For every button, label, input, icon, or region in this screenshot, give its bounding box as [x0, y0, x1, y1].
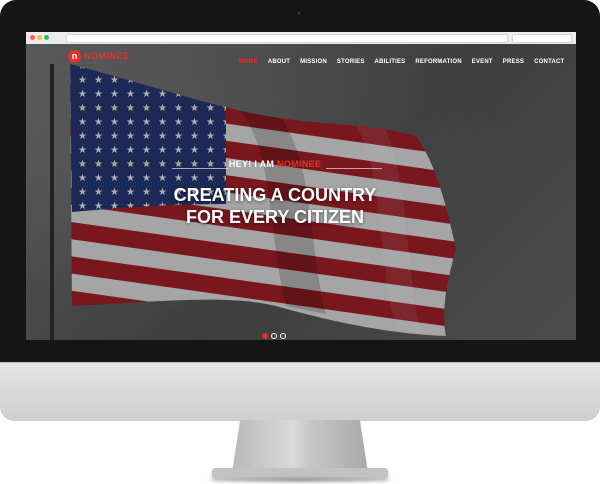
nav-item-home[interactable]: HOME: [234, 59, 263, 65]
headline-line-1: CREATING A COUNTRY: [173, 185, 377, 205]
site-logo[interactable]: n NOMINEE: [68, 49, 130, 63]
nav-item-mission[interactable]: MISSION: [295, 59, 332, 65]
eyebrow-prefix: HEY! I AM: [228, 159, 278, 169]
hero-headline: CREATING A COUNTRY FOR EVERY CITIZEN: [0, 184, 550, 228]
webcam-icon: [296, 10, 302, 16]
nav-item-press[interactable]: PRESS: [498, 59, 529, 65]
slider-pagination: [262, 333, 286, 339]
logo-text: NOMINEE: [84, 51, 130, 61]
minimize-dot-icon[interactable]: [37, 35, 42, 40]
nav-item-about[interactable]: ABOUT: [263, 59, 295, 65]
nav-item-stories[interactable]: STORIES: [332, 59, 370, 65]
eyebrow-divider-right: [326, 168, 382, 169]
headline-line-2: FOR EVERY CITIZEN: [185, 207, 365, 227]
nav-item-event[interactable]: EVENT: [467, 59, 498, 65]
nav-item-contact[interactable]: CONTACT: [529, 59, 569, 65]
slider-dot-2[interactable]: [271, 333, 277, 339]
maximize-dot-icon[interactable]: [44, 35, 49, 40]
hero-eyebrow: HEY! I AM NOMINEE: [0, 159, 550, 169]
monitor-stand-shadow: [196, 476, 404, 484]
eyebrow-divider-left: [172, 168, 228, 169]
eyebrow-name: NOMINEE: [277, 159, 322, 169]
monitor-stand-neck: [232, 420, 368, 472]
monitor-chin: [0, 362, 600, 421]
nominee-logo-icon: n: [68, 49, 81, 63]
slider-dot-1[interactable]: [262, 333, 268, 339]
nav-item-abilities[interactable]: ABILITIES: [370, 59, 411, 65]
nav-item-reformation[interactable]: REFORMATION: [410, 59, 466, 65]
close-dot-icon[interactable]: [30, 35, 35, 40]
slider-dot-3[interactable]: [280, 333, 286, 339]
browser-search-box[interactable]: [512, 34, 572, 43]
address-bar[interactable]: [66, 34, 508, 43]
main-nav: HOME ABOUT MISSION STORIES ABILITIES REF…: [234, 59, 569, 65]
